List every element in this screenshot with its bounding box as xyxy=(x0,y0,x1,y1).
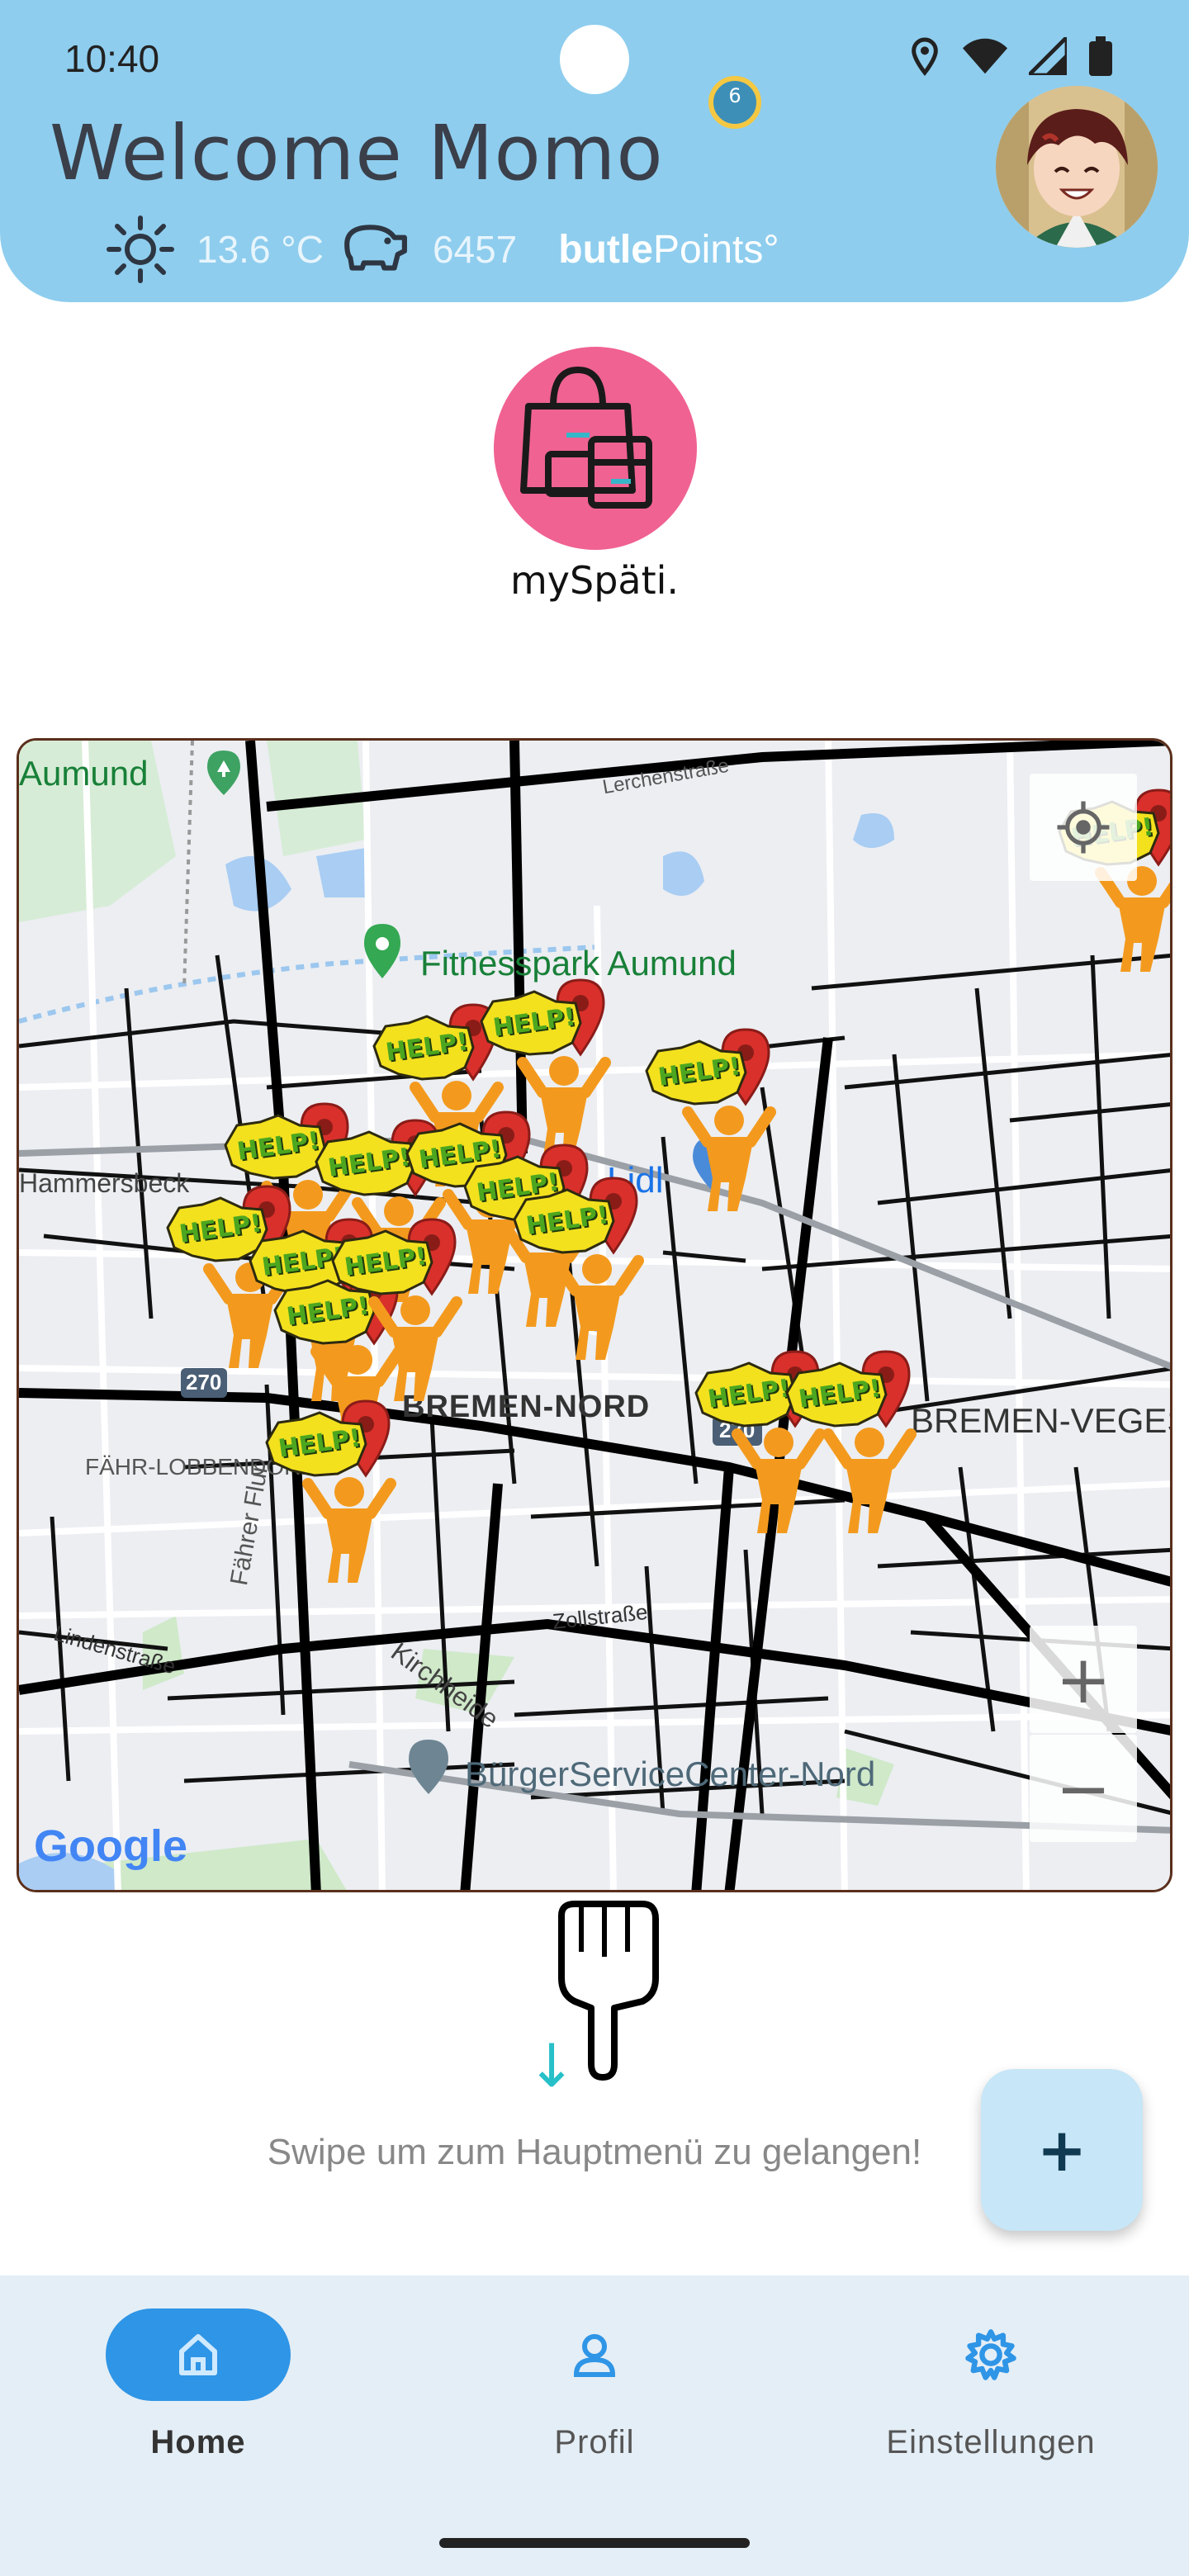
map-label-buergerservice: BürgerServiceCenter-Nord xyxy=(465,1754,876,1793)
help-marker[interactable]: HELP! xyxy=(779,1335,927,1533)
crosshair-icon xyxy=(1057,801,1110,854)
nav-profil-pill[interactable] xyxy=(502,2308,687,2401)
road-shield-270-a: 270 xyxy=(186,1370,222,1395)
camera-cutout xyxy=(560,25,629,94)
google-logo: Google xyxy=(34,1821,187,1871)
battery-icon xyxy=(1089,36,1112,76)
welcome-title: Welcome Momo xyxy=(50,109,664,197)
status-icons xyxy=(908,36,1113,76)
stats-row: 13.6 °C 6457 butle Points° xyxy=(106,215,779,283)
help-marker[interactable]: HELP! xyxy=(638,1013,787,1211)
my-location-button[interactable] xyxy=(1030,774,1137,881)
person-icon xyxy=(331,1218,462,1401)
person-icon xyxy=(785,1350,917,1533)
temperature: 13.6 °C xyxy=(197,228,324,271)
nav-item-profil[interactable]: Profil xyxy=(429,2308,760,2461)
app-name: mySpäti. xyxy=(509,558,680,603)
zoom-in-button[interactable]: + xyxy=(1030,1626,1137,1733)
person-icon xyxy=(645,1028,776,1211)
myspaeti-app-icon[interactable] xyxy=(494,347,697,550)
nav-einstellungen-label: Einstellungen xyxy=(886,2424,1096,2460)
signal-icon xyxy=(1029,37,1067,75)
map-label-aumund: Aumund xyxy=(19,754,149,793)
profile-icon xyxy=(573,2334,616,2377)
add-fab-button[interactable]: + xyxy=(981,2069,1143,2231)
help-marker[interactable]: HELP! xyxy=(324,1203,473,1401)
down-arrow-icon: ↓ xyxy=(527,2031,577,2100)
shopping-bag-icon xyxy=(520,367,652,509)
points-value: 6457 xyxy=(432,228,518,271)
nav-item-einstellungen[interactable]: Einstellungen xyxy=(826,2308,1156,2461)
nav-profil-label: Profil xyxy=(554,2424,635,2460)
settings-icon xyxy=(965,2329,1016,2380)
nav-home-label: Home xyxy=(150,2424,246,2460)
nav-home-pill[interactable] xyxy=(106,2308,291,2401)
status-time: 10:40 xyxy=(64,37,160,80)
location-icon xyxy=(912,37,938,76)
home-icon xyxy=(179,2334,217,2375)
avatar[interactable] xyxy=(996,86,1158,248)
map-label-vegesack: BREMEN-VEGESACK xyxy=(911,1401,1170,1440)
sun-icon xyxy=(107,215,174,283)
person-icon xyxy=(265,1399,396,1583)
person-icon xyxy=(513,1177,644,1360)
zoom-out-button[interactable]: − xyxy=(1030,1735,1137,1842)
bottom-navigation: Home Profil Einstellungen xyxy=(0,2275,1189,2576)
header: 10:40 Welcome Momo 6 13.6 °C 6457 butle … xyxy=(0,0,1189,302)
nav-item-home[interactable]: Home xyxy=(33,2308,363,2461)
avatar-image xyxy=(996,86,1158,248)
help-marker[interactable]: HELP! xyxy=(506,1162,655,1360)
brand-butle: butle xyxy=(558,227,653,272)
nav-einstellungen-pill[interactable] xyxy=(898,2308,1083,2401)
piggy-bank-icon xyxy=(344,225,407,271)
brand-points: Points° xyxy=(652,227,779,272)
map-view[interactable]: Aumund Fitnesspark Aumund Lerchenstraße … xyxy=(17,738,1172,1892)
level-badge[interactable]: 6 xyxy=(708,76,761,129)
help-marker[interactable]: HELP! xyxy=(258,1385,407,1583)
wifi-icon xyxy=(963,38,1007,74)
home-indicator xyxy=(439,2538,750,2548)
